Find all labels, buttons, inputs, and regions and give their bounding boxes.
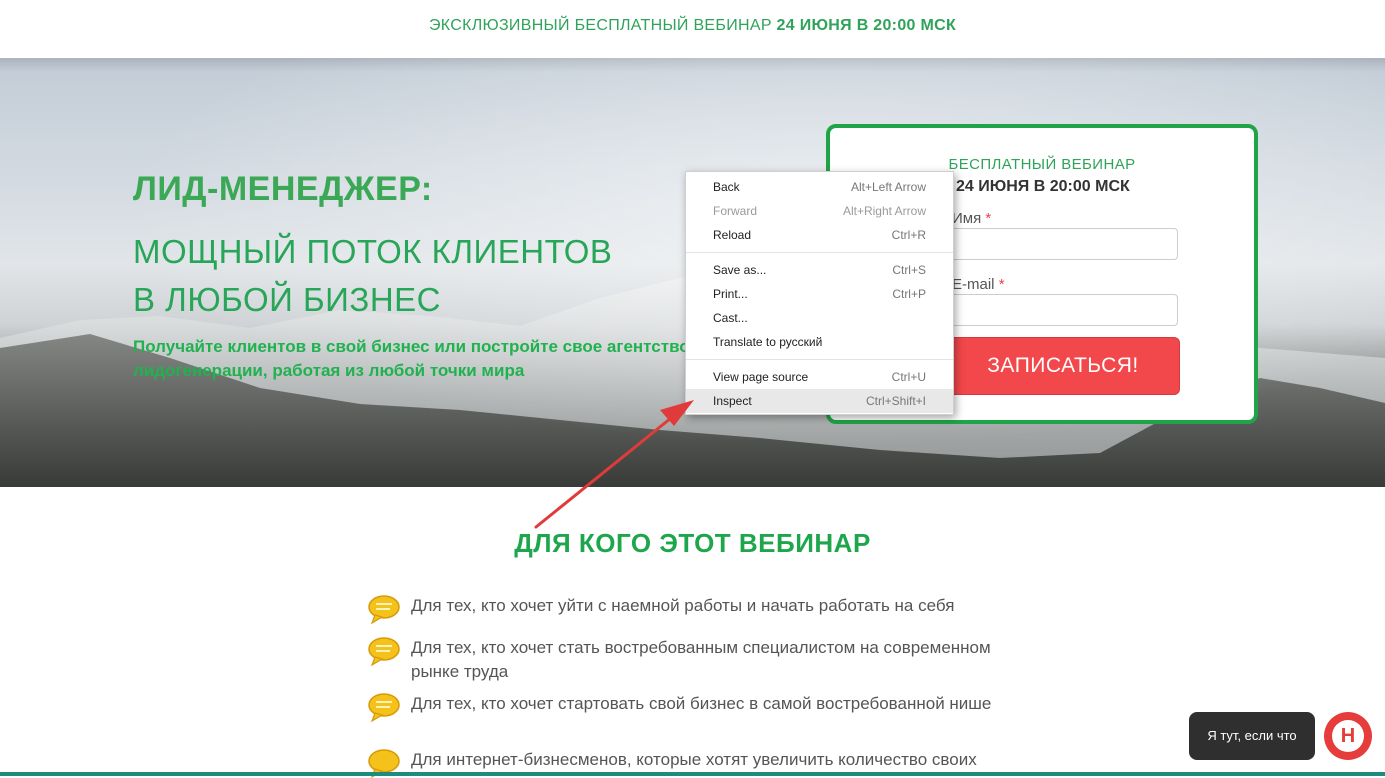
chat-tooltip[interactable]: Я тут, если что [1189,712,1315,760]
chat-logo-icon: H [1332,720,1364,752]
bottom-divider [0,772,1385,776]
form-date: 24 ИЮНЯ В 20:00 МСК [956,178,1130,195]
name-label: Имя * [952,210,992,227]
email-input[interactable] [946,294,1178,326]
speech-bubble-icon [368,637,400,666]
top-banner-text: ЭКСКЛЮЗИВНЫЙ БЕСПЛАТНЫЙ ВЕБИНАР [428,17,772,34]
speech-bubble-icon [368,595,400,624]
menu-separator [686,252,953,253]
section-title: ДЛЯ КОГО ЭТОТ ВЕБИНАР [514,528,871,558]
menu-separator [686,359,953,360]
context-menu-view-source[interactable]: View page source Ctrl+U [686,365,953,389]
speech-bubble-icon [368,693,400,722]
context-menu-translate[interactable]: Translate to русский [686,330,953,354]
context-menu-cast[interactable]: Cast... [686,306,953,330]
top-banner: ЭКСКЛЮЗИВНЫЙ БЕСПЛАТНЫЙ ВЕБИНАР 24 ИЮНЯ … [0,0,1385,58]
context-menu-save-as[interactable]: Save as... Ctrl+S [686,258,953,282]
context-menu-reload[interactable]: Reload Ctrl+R [686,223,953,247]
context-menu-back[interactable]: Back Alt+Left Arrow [686,175,953,199]
top-banner-date: 24 ИЮНЯ В 20:00 МСК [776,17,957,34]
context-menu: Back Alt+Left Arrow Forward Alt+Right Arro… [685,171,954,415]
hero-title: ЛИД-МЕНЕДЖЕР: [133,170,433,208]
name-input[interactable] [946,228,1178,260]
hero-subtitle: Получайте клиентов в свой бизнес или пос… [133,337,690,380]
email-label: E-mail * [952,276,1005,293]
hero-headline: МОЩНЫЙ ПОТОК КЛИЕНТОВ В ЛЮБОЙ БИЗНЕС [133,233,613,318]
context-menu-forward[interactable]: Forward Alt+Right Arrow [686,199,953,223]
context-menu-inspect[interactable]: Inspect Ctrl+Shift+I [686,389,953,413]
submit-button[interactable]: ЗАПИСАТЬСЯ! [946,337,1180,395]
context-menu-print[interactable]: Print... Ctrl+P [686,282,953,306]
chat-button[interactable]: H [1324,712,1372,760]
